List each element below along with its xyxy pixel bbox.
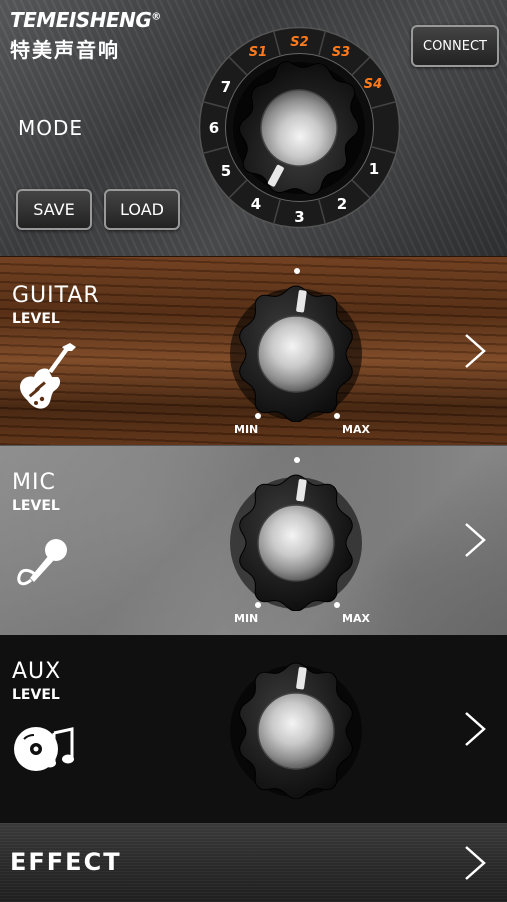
mic-max-dot	[334, 602, 340, 608]
effect-chevron-right-icon[interactable]	[463, 845, 487, 881]
mode-label: MODE	[18, 116, 84, 140]
mic-min-dot	[255, 602, 261, 608]
save-button[interactable]: SAVE	[16, 189, 92, 230]
mode-selector-dial[interactable]: 1 2 3 4 5 6 7 S1 S2 S3 S4	[198, 26, 401, 229]
dial-label-1[interactable]: 1	[369, 160, 379, 178]
mic-max-label: MAX	[342, 612, 370, 625]
aux-level-knob[interactable]	[226, 659, 366, 799]
brand-logo: TEMEISHENG® 特美声音响	[10, 8, 161, 63]
brand-name-cn: 特美声音响	[10, 38, 120, 62]
aux-chevron-right-icon[interactable]	[463, 711, 487, 747]
electric-guitar-icon	[20, 343, 76, 409]
dial-label-6[interactable]: 6	[209, 119, 219, 137]
guitar-subtitle: LEVEL	[12, 311, 60, 327]
effect-row[interactable]: EFFECT	[0, 823, 507, 902]
guitar-min-label: MIN	[234, 423, 259, 436]
aux-title: AUX	[12, 659, 62, 684]
guitar-level-knob[interactable]	[226, 282, 366, 422]
dial-label-s1[interactable]: S1	[249, 45, 267, 60]
brand-name: TEMEISHENG®	[10, 8, 161, 32]
dial-label-5[interactable]: 5	[221, 162, 231, 180]
dial-label-s3[interactable]: S3	[332, 45, 350, 60]
music-disc-icon	[14, 727, 74, 771]
guitar-title: GUITAR	[12, 283, 100, 308]
aux-panel: AUX LEVEL	[0, 635, 507, 823]
connect-button[interactable]: CONNECT	[411, 25, 499, 67]
mic-panel: MIC LEVEL MIN MAX	[0, 445, 507, 635]
effect-title: EFFECT	[10, 848, 122, 876]
mode-panel: TEMEISHENG® 特美声音响 MODE SAVE LOAD CONNECT	[0, 0, 507, 256]
guitar-max-dot	[334, 413, 340, 419]
dial-label-2[interactable]: 2	[337, 195, 347, 213]
dial-label-7[interactable]: 7	[221, 78, 231, 96]
load-button[interactable]: LOAD	[104, 189, 180, 230]
guitar-panel: GUITAR LEVEL MIN MAX	[0, 256, 507, 445]
dial-label-4[interactable]: 4	[251, 195, 261, 213]
app-root: TEMEISHENG® 特美声音响 MODE SAVE LOAD CONNECT	[0, 0, 507, 902]
mic-subtitle: LEVEL	[12, 498, 60, 514]
mic-level-knob[interactable]	[226, 471, 366, 611]
dial-label-3[interactable]: 3	[294, 208, 304, 226]
guitar-max-label: MAX	[342, 423, 370, 436]
dial-label-s4[interactable]: S4	[364, 77, 382, 92]
mic-center-marker-dot	[294, 457, 300, 463]
guitar-center-marker-dot	[294, 268, 300, 274]
mic-chevron-right-icon[interactable]	[463, 522, 487, 558]
aux-subtitle: LEVEL	[12, 687, 60, 703]
dial-label-s2[interactable]: S2	[290, 35, 308, 50]
guitar-min-dot	[255, 413, 261, 419]
guitar-chevron-right-icon[interactable]	[463, 333, 487, 369]
mic-min-label: MIN	[234, 612, 259, 625]
mic-title: MIC	[12, 470, 56, 495]
microphone-icon	[17, 539, 67, 586]
